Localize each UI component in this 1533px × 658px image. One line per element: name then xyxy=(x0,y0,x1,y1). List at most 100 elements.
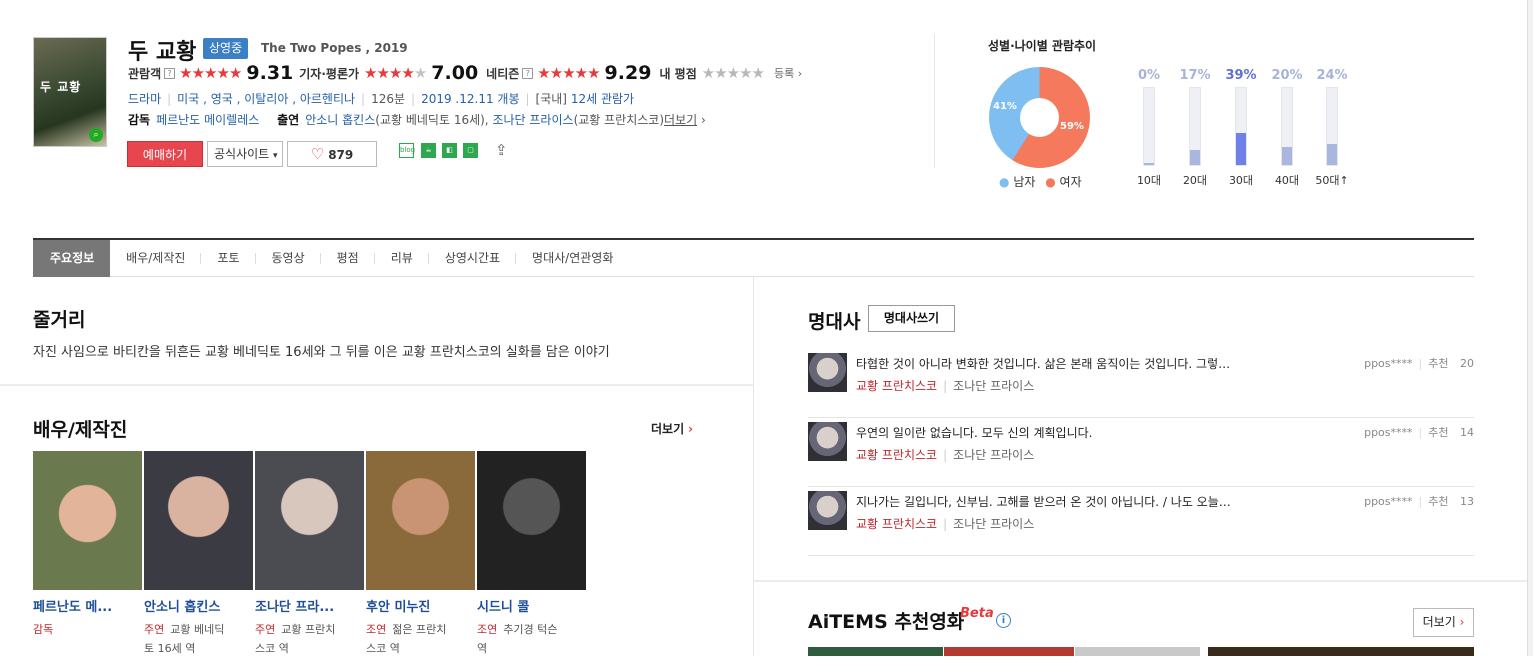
cast-name[interactable]: 페르난도 메... xyxy=(33,596,142,615)
like-button[interactable]: ♡ 879 xyxy=(287,141,377,167)
tab-5[interactable]: 리뷰 xyxy=(375,240,429,277)
tab-7[interactable]: 명대사/연관영화 xyxy=(516,240,629,277)
quote-row: 지나가는 길입니다, 신부님. 고해를 받으러 온 것이 아닙니다. / 나도 … xyxy=(808,487,1474,556)
quote-actor[interactable]: 조나단 프라이스 xyxy=(953,379,1034,393)
cast-role-line: 조연 추기경 턱슨역 xyxy=(477,620,586,658)
release-date[interactable]: 2019 .12.11 개봉 xyxy=(421,92,519,106)
age-bar-fill xyxy=(1190,149,1200,165)
tab-1[interactable]: 배우/제작진 xyxy=(110,240,202,277)
cast-name[interactable]: 안소니 홉킨스 xyxy=(144,596,253,615)
credits-more-link[interactable]: 더보기 xyxy=(664,113,697,127)
my-rating-label: 내 평점 xyxy=(659,66,697,81)
help-icon[interactable]: ? xyxy=(522,67,534,79)
recommend-button[interactable]: 추천 xyxy=(1428,426,1448,439)
movie-poster[interactable]: 두 교황 ⌕ xyxy=(33,37,107,147)
tab-3[interactable]: 동영상 xyxy=(256,240,321,277)
country-links[interactable]: 미국 , 영국 , 이탈리아 , 아르헨티나 xyxy=(177,92,355,106)
cast-photo[interactable] xyxy=(255,451,364,590)
my-rating-stars[interactable]: ★★★★★ xyxy=(702,64,765,82)
tab-4[interactable]: 평점 xyxy=(321,240,375,277)
demographics-title: 성별·나이별 관람추이 xyxy=(988,39,1097,53)
quote-actor[interactable]: 조나단 프라이스 xyxy=(953,517,1034,531)
scrollbar[interactable] xyxy=(1527,0,1533,656)
cast-card[interactable]: 후안 미누진조연 젊은 프란치 스코 역 xyxy=(366,451,475,658)
cast-card[interactable]: 조나단 프라... 주연 교황 프란치 스코 역 xyxy=(255,451,364,658)
cast-section-title: 배우/제작진 xyxy=(33,419,128,441)
audience-label: 관람객 xyxy=(128,66,162,81)
cast-photo[interactable] xyxy=(33,451,142,590)
official-site-select[interactable]: 공식사이트 ▾ xyxy=(207,141,283,167)
cast-more-link[interactable]: 더보기 › xyxy=(651,420,693,437)
cast-character: 토 16세 역 xyxy=(144,642,196,655)
cast-character: 교황 베네딕 xyxy=(170,623,225,636)
cast-photo[interactable] xyxy=(144,451,253,590)
male-pct: 41% xyxy=(993,101,1017,112)
age-bar-track xyxy=(1143,87,1155,166)
age-pct: 20% xyxy=(1271,68,1303,83)
cast-name[interactable]: 조나단 프라... xyxy=(255,596,364,615)
cast-photo[interactable] xyxy=(477,451,586,590)
rating-row: 관람객 ? ★★★★★ 9.31 기자·평론가 ★★★★★ 7.00 네티즌 ?… xyxy=(128,62,802,84)
aitems-more-button[interactable]: 더보기 › xyxy=(1413,608,1474,637)
cast-link-2[interactable]: 조나단 프라이스 xyxy=(492,113,573,127)
bookmark-share-icon[interactable]: ◧ xyxy=(442,143,457,158)
avatar[interactable] xyxy=(808,353,847,392)
info-icon[interactable]: i xyxy=(996,613,1011,628)
book-button[interactable]: 예매하기 xyxy=(127,141,203,167)
director-label: 감독 xyxy=(128,113,151,127)
cast-card[interactable]: 페르난도 메... 감독 xyxy=(33,451,142,639)
cast-role: 조연 xyxy=(477,623,498,636)
cast-card[interactable]: 시드니 콜조연 추기경 턱슨역 xyxy=(477,451,586,658)
help-icon[interactable]: ? xyxy=(164,67,176,79)
netizen-stars: ★★★★★ xyxy=(537,64,600,82)
tab-6[interactable]: 상영시간표 xyxy=(429,240,517,277)
cast-link-1[interactable]: 안소니 홉킨스 xyxy=(305,113,375,127)
register-rating-link[interactable]: 등록 › xyxy=(774,65,802,81)
blog-share-icon[interactable]: blog xyxy=(399,143,415,158)
age-rating[interactable]: 12세 관람가 xyxy=(571,92,634,106)
recommended-movie-thumb[interactable] xyxy=(944,647,1074,656)
genre-link[interactable]: 드라마 xyxy=(128,92,161,106)
quote-source: 교황 프란치스코 | 조나단 프라이스 xyxy=(856,379,1035,393)
recommended-movie-thumb[interactable] xyxy=(1075,647,1200,656)
quote-character[interactable]: 교황 프란치스코 xyxy=(856,517,937,531)
cast-name[interactable]: 후안 미누진 xyxy=(366,596,475,615)
cast-character: 교황 프란치 xyxy=(281,623,336,636)
zoom-icon[interactable]: ⌕ xyxy=(89,128,103,142)
quote-character[interactable]: 교황 프란치스코 xyxy=(856,448,937,462)
cast-photo[interactable] xyxy=(366,451,475,590)
quote-character[interactable]: 교황 프란치스코 xyxy=(856,379,937,393)
recommended-movie-thumb[interactable] xyxy=(808,647,943,656)
recommend-button[interactable]: 추천 xyxy=(1428,495,1448,508)
memo-share-icon[interactable]: ▢ xyxy=(463,143,478,158)
cafe-share-icon[interactable]: ☕ xyxy=(421,143,436,158)
cast-character: 젊은 프란치 xyxy=(392,623,447,636)
age-bar-track xyxy=(1326,87,1338,166)
quote-text[interactable]: 지나가는 길입니다, 신부님. 고해를 받으러 온 것이 아닙니다. / 나도 … xyxy=(856,493,1231,510)
age-label: 20대 xyxy=(1182,174,1208,187)
cast-role-line: 조연 젊은 프란치 스코 역 xyxy=(366,620,475,658)
age-pct: 39% xyxy=(1225,68,1257,83)
tab-0[interactable]: 주요정보 xyxy=(33,240,111,277)
age-pct: 17% xyxy=(1179,68,1211,83)
quote-text[interactable]: 타협한 것이 아니라 변화한 것입니다. 삶은 본래 움직이는 것입니다. 그렇… xyxy=(856,355,1230,372)
cast-card[interactable]: 안소니 홉킨스 주연 교황 베네딕 토 16세 역 xyxy=(144,451,253,658)
tab-2[interactable]: 포토 xyxy=(201,240,256,277)
recommended-movie-thumb[interactable] xyxy=(1208,647,1474,656)
cast-character: 추기경 턱슨 xyxy=(503,623,558,636)
avatar[interactable] xyxy=(808,491,847,530)
director-link[interactable]: 페르난도 메이렐레스 xyxy=(156,113,259,127)
write-quote-button[interactable]: 명대사쓰기 xyxy=(868,305,955,332)
cast-character: 역 xyxy=(477,642,488,655)
age-bar-fill xyxy=(1282,147,1292,165)
quote-text[interactable]: 우연의 일이란 없습니다. 모두 신의 계획입니다. xyxy=(856,424,1092,441)
aitems-title: AiTEMS 추천영화 xyxy=(808,611,965,633)
quote-actor[interactable]: 조나단 프라이스 xyxy=(953,448,1034,462)
tab-bar: 주요정보 배우/제작진 포토 동영상 평점 리뷰 상영시간표 명대사/연관영화 xyxy=(33,238,1474,277)
age-bar-0: 0% 10대 xyxy=(1129,68,1169,188)
recommend-button[interactable]: 추천 xyxy=(1428,357,1448,370)
cast-name[interactable]: 시드니 콜 xyxy=(477,596,586,615)
share-icon[interactable]: ⇪ xyxy=(495,141,508,159)
age-label: 50대↑ xyxy=(1315,174,1349,187)
avatar[interactable] xyxy=(808,422,847,461)
